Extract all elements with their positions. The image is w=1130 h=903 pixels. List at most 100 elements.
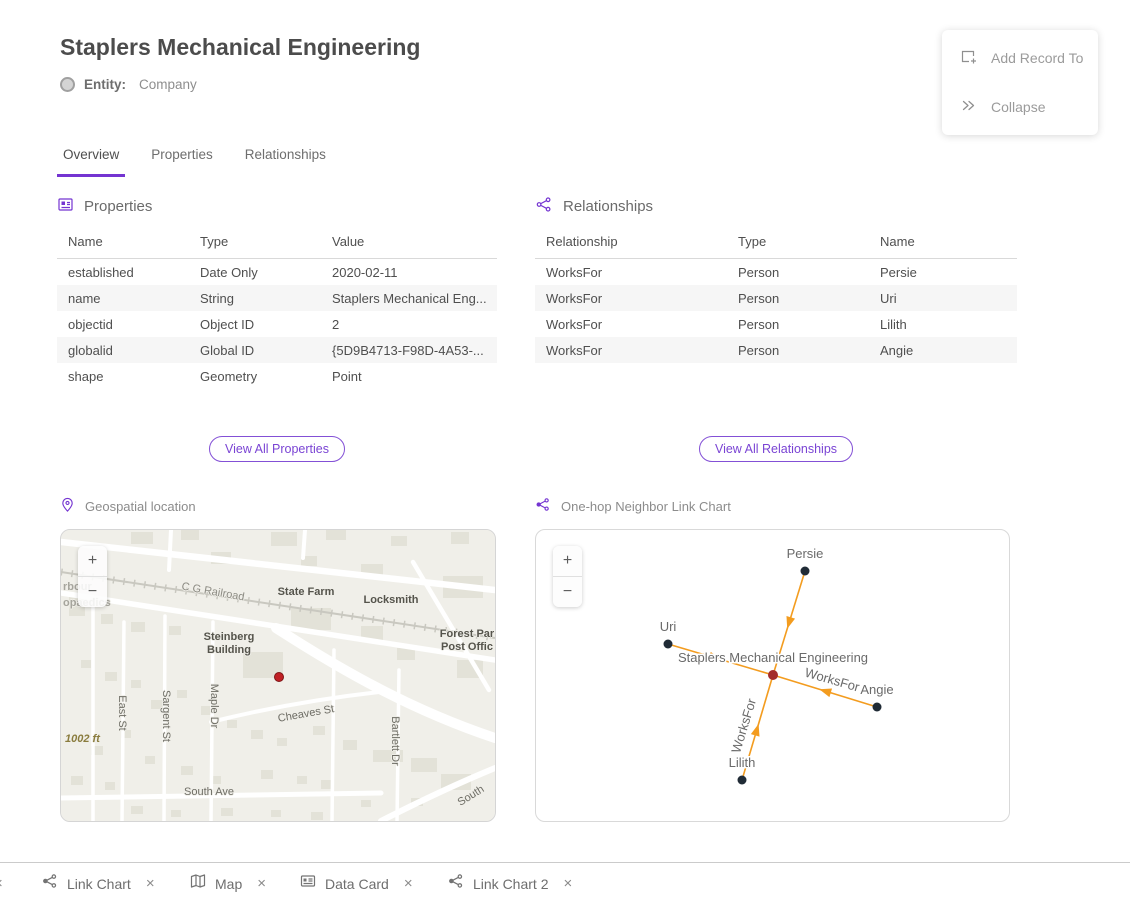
properties-section-header: Properties <box>57 196 497 216</box>
map-label: Steinberg <box>204 631 255 643</box>
node-label: Lilith <box>729 755 756 770</box>
cell: {5D9B4713-F98D-4A53-... <box>321 337 497 363</box>
geospatial-section-title: Geospatial location <box>85 499 196 514</box>
one-hop-link-chart[interactable]: WorksForWorksForPersieUriStaplers Mechan… <box>535 529 1010 822</box>
view-all-relationships-button[interactable]: View All Relationships <box>699 436 853 462</box>
cell: 2 <box>321 311 497 337</box>
map-label: South <box>456 783 487 808</box>
cell: established <box>57 259 189 286</box>
geospatial-map[interactable]: C G Railroad State Farm Locksmith Steinberg… <box>60 529 496 822</box>
relationships-table: RelationshipTypeNameWorksForPersonPersie… <box>535 229 1017 363</box>
graph-node[interactable] <box>738 776 747 785</box>
table-row: establishedDate Only2020-02-11 <box>57 259 497 286</box>
map-label: Bartlett Dr <box>389 716 401 766</box>
link-cell[interactable]: WorksFor <box>535 285 727 311</box>
node-label: Angie <box>860 682 893 697</box>
menu-item-add-record-to[interactable]: Add Record To <box>942 38 1098 78</box>
bottom-tab-link-chart-2[interactable]: Link Chart 2× <box>448 863 572 903</box>
link-cell[interactable]: WorksFor <box>535 311 727 337</box>
bottom-tab-data-card[interactable]: Data Card× <box>300 863 413 903</box>
tab-close-icon[interactable]: × <box>404 876 413 891</box>
cell: Geometry <box>189 363 321 389</box>
properties-table: NameTypeValueestablishedDate Only2020-02… <box>57 229 497 389</box>
data-card-icon <box>300 873 316 894</box>
tab-overview[interactable]: Overview <box>57 141 125 177</box>
tab-close-icon[interactable]: × <box>257 876 266 891</box>
bottom-tab-map[interactable]: Map× <box>190 863 266 903</box>
map-label: C G Railroad <box>181 581 246 604</box>
link-cell[interactable]: Lilith <box>869 311 1017 337</box>
table-row: WorksForPersonAngie <box>535 337 1017 363</box>
context-menu: Add Record To Collapse <box>942 30 1098 135</box>
bottom-tab-label: Link Chart <box>67 876 131 892</box>
bottom-tab-bar: × Link Chart×Map×Data Card×Link Chart 2× <box>0 862 1130 903</box>
map-label: Post Offic <box>441 641 493 653</box>
cell: Staplers Mechanical Eng... <box>321 285 497 311</box>
clipped-tab-close-icon[interactable]: × <box>0 863 3 903</box>
link-cell[interactable]: WorksFor <box>535 259 727 286</box>
map-icon <box>190 873 206 894</box>
properties-icon <box>57 196 74 217</box>
cell: Global ID <box>189 337 321 363</box>
column-header: Value <box>321 229 497 259</box>
chart-zoom-in-button[interactable]: + <box>553 546 582 577</box>
table-row: globalidGlobal ID{5D9B4713-F98D-4A53-... <box>57 337 497 363</box>
cell: objectid <box>57 311 189 337</box>
column-header: Name <box>869 229 1017 259</box>
link-cell[interactable]: Angie <box>869 337 1017 363</box>
column-header: Relationship <box>535 229 727 259</box>
cell: Object ID <box>189 311 321 337</box>
map-label: State Farm <box>278 586 335 598</box>
view-all-properties-wrap: View All Properties <box>57 436 497 462</box>
map-label: East St <box>116 695 128 730</box>
cell: globalid <box>57 337 189 363</box>
link-cell[interactable]: Uri <box>869 285 1017 311</box>
cell: Person <box>727 311 869 337</box>
tab-close-icon[interactable]: × <box>146 876 155 891</box>
data-card-page: Staplers Mechanical Engineering Entity: … <box>0 0 1130 903</box>
relationships-panel: Relationships RelationshipTypeNameWorksF… <box>535 196 1017 363</box>
cell: Person <box>727 337 869 363</box>
map-label: Building <box>207 644 251 656</box>
edge-label: WorksFor <box>728 696 759 755</box>
link-cell[interactable]: Persie <box>869 259 1017 286</box>
table-row: WorksForPersonLilith <box>535 311 1017 337</box>
center-entity-node[interactable] <box>768 670 778 680</box>
cell: Date Only <box>189 259 321 286</box>
node-label: Staplers Mechanical Engineering <box>678 650 868 665</box>
tab-properties[interactable]: Properties <box>145 141 219 177</box>
cell: String <box>189 285 321 311</box>
map-label: Cheaves St <box>277 703 335 725</box>
link-chart-icon <box>448 873 464 894</box>
table-row: WorksForPersonPersie <box>535 259 1017 286</box>
cell: name <box>57 285 189 311</box>
chart-zoom-out-button[interactable]: − <box>553 577 582 607</box>
menu-item-label: Collapse <box>991 99 1045 115</box>
map-zoom-in-button[interactable]: + <box>78 546 107 577</box>
map-label: Locksmith <box>363 594 418 606</box>
cell: Person <box>727 259 869 286</box>
graph-node[interactable] <box>664 640 673 649</box>
map-label: Sargent St <box>160 690 172 742</box>
menu-item-collapse[interactable]: Collapse <box>942 87 1098 127</box>
link-chart-icon <box>535 497 551 515</box>
column-header: Name <box>57 229 189 259</box>
link-chart-icon <box>42 873 58 894</box>
one-hop-section-title: One-hop Neighbor Link Chart <box>561 499 731 514</box>
graph-node[interactable] <box>801 567 810 576</box>
map-label: South Ave <box>184 786 234 798</box>
view-all-properties-button[interactable]: View All Properties <box>209 436 345 462</box>
tab-relationships[interactable]: Relationships <box>239 141 332 177</box>
link-cell[interactable]: WorksFor <box>535 337 727 363</box>
edge-arrow-icon <box>786 616 795 629</box>
cell: 2020-02-11 <box>321 259 497 286</box>
link-chart-canvas: WorksForWorksForPersieUriStaplers Mechan… <box>536 530 1009 821</box>
page-title: Staplers Mechanical Engineering <box>60 34 420 61</box>
map-zoom-out-button[interactable]: − <box>78 577 107 607</box>
graph-node[interactable] <box>873 703 882 712</box>
collapse-icon <box>960 97 977 117</box>
relationships-section-title: Relationships <box>563 198 653 215</box>
geospatial-section-header: Geospatial location <box>60 497 196 516</box>
tab-close-icon[interactable]: × <box>563 876 572 891</box>
bottom-tab-link-chart[interactable]: Link Chart × <box>42 863 155 903</box>
